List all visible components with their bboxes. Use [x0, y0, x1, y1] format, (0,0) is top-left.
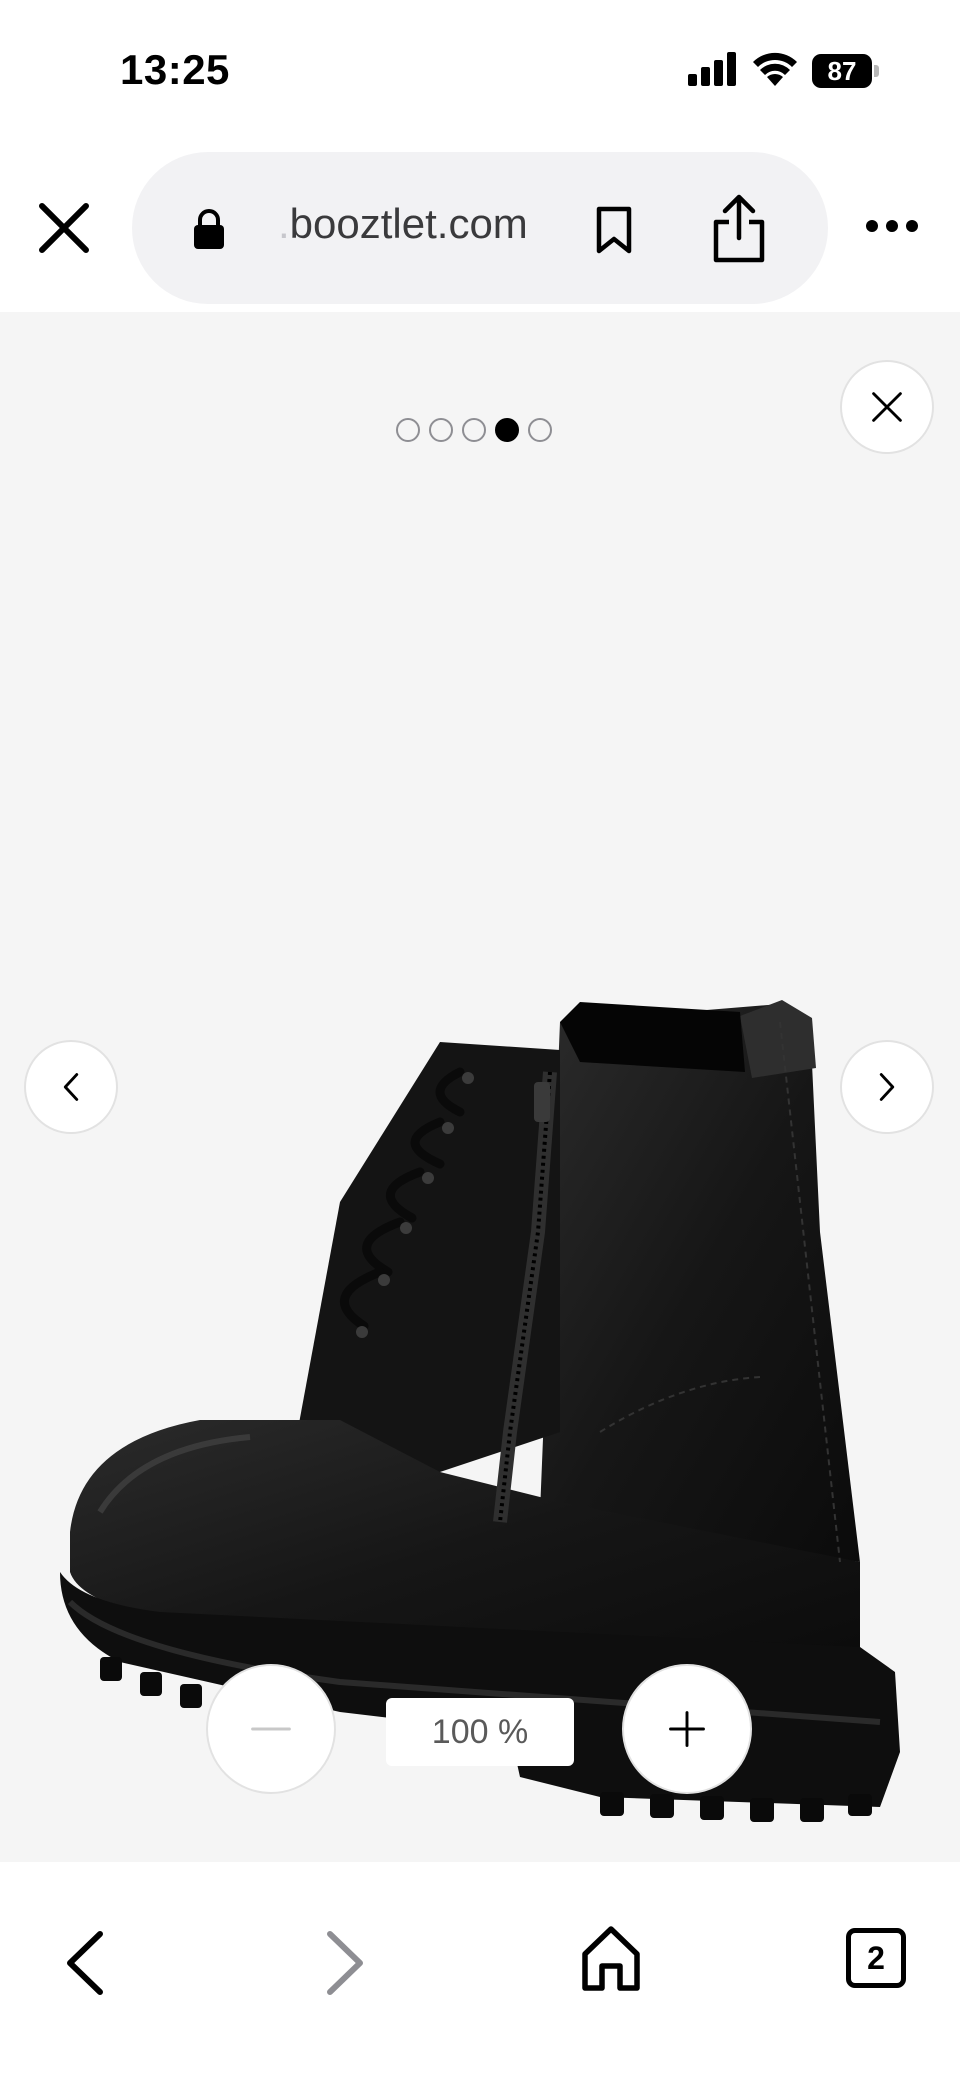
status-time: 13:25	[120, 46, 230, 93]
bookmark-icon[interactable]	[594, 206, 634, 254]
status-bar: 13:25 87	[0, 0, 960, 140]
more-icon[interactable]	[864, 218, 920, 234]
zoom-level: 100 %	[386, 1698, 574, 1766]
url-prefix: .	[278, 200, 290, 247]
browser-toolbar: .booztlet.com	[0, 140, 960, 312]
close-icon[interactable]	[36, 200, 92, 256]
image-viewer: 100 %	[0, 312, 960, 1862]
address-bar[interactable]: .booztlet.com	[132, 152, 828, 304]
pagination-dot[interactable]	[528, 418, 552, 442]
close-icon	[872, 392, 902, 422]
tabs-button[interactable]: 2	[846, 1928, 906, 1988]
close-viewer-button[interactable]	[840, 360, 934, 454]
pagination-dot[interactable]	[462, 418, 486, 442]
home-icon[interactable]	[580, 1924, 642, 1994]
zoom-in-button[interactable]	[622, 1664, 752, 1794]
battery-level: 87	[827, 56, 857, 86]
signal-icon	[688, 52, 736, 86]
back-arrow-icon[interactable]	[56, 1928, 112, 1998]
url-text[interactable]: .booztlet.com	[278, 200, 528, 248]
forward-arrow-icon[interactable]	[318, 1928, 374, 1998]
tab-count: 2	[867, 1940, 885, 1976]
lock-icon	[194, 209, 224, 249]
zoom-out-button[interactable]	[206, 1664, 336, 1794]
share-icon[interactable]	[710, 194, 768, 264]
browser-bottom-bar: 2	[0, 1862, 960, 2079]
pagination-dot[interactable]	[396, 418, 420, 442]
pagination-dots	[396, 418, 552, 444]
pagination-dot[interactable]	[495, 418, 519, 442]
url-domain: booztlet.com	[289, 200, 528, 247]
wifi-icon	[753, 52, 797, 86]
pagination-dot[interactable]	[429, 418, 453, 442]
minus-icon	[251, 1727, 291, 1731]
battery-icon: 87	[812, 54, 879, 88]
plus-icon	[669, 1711, 705, 1747]
